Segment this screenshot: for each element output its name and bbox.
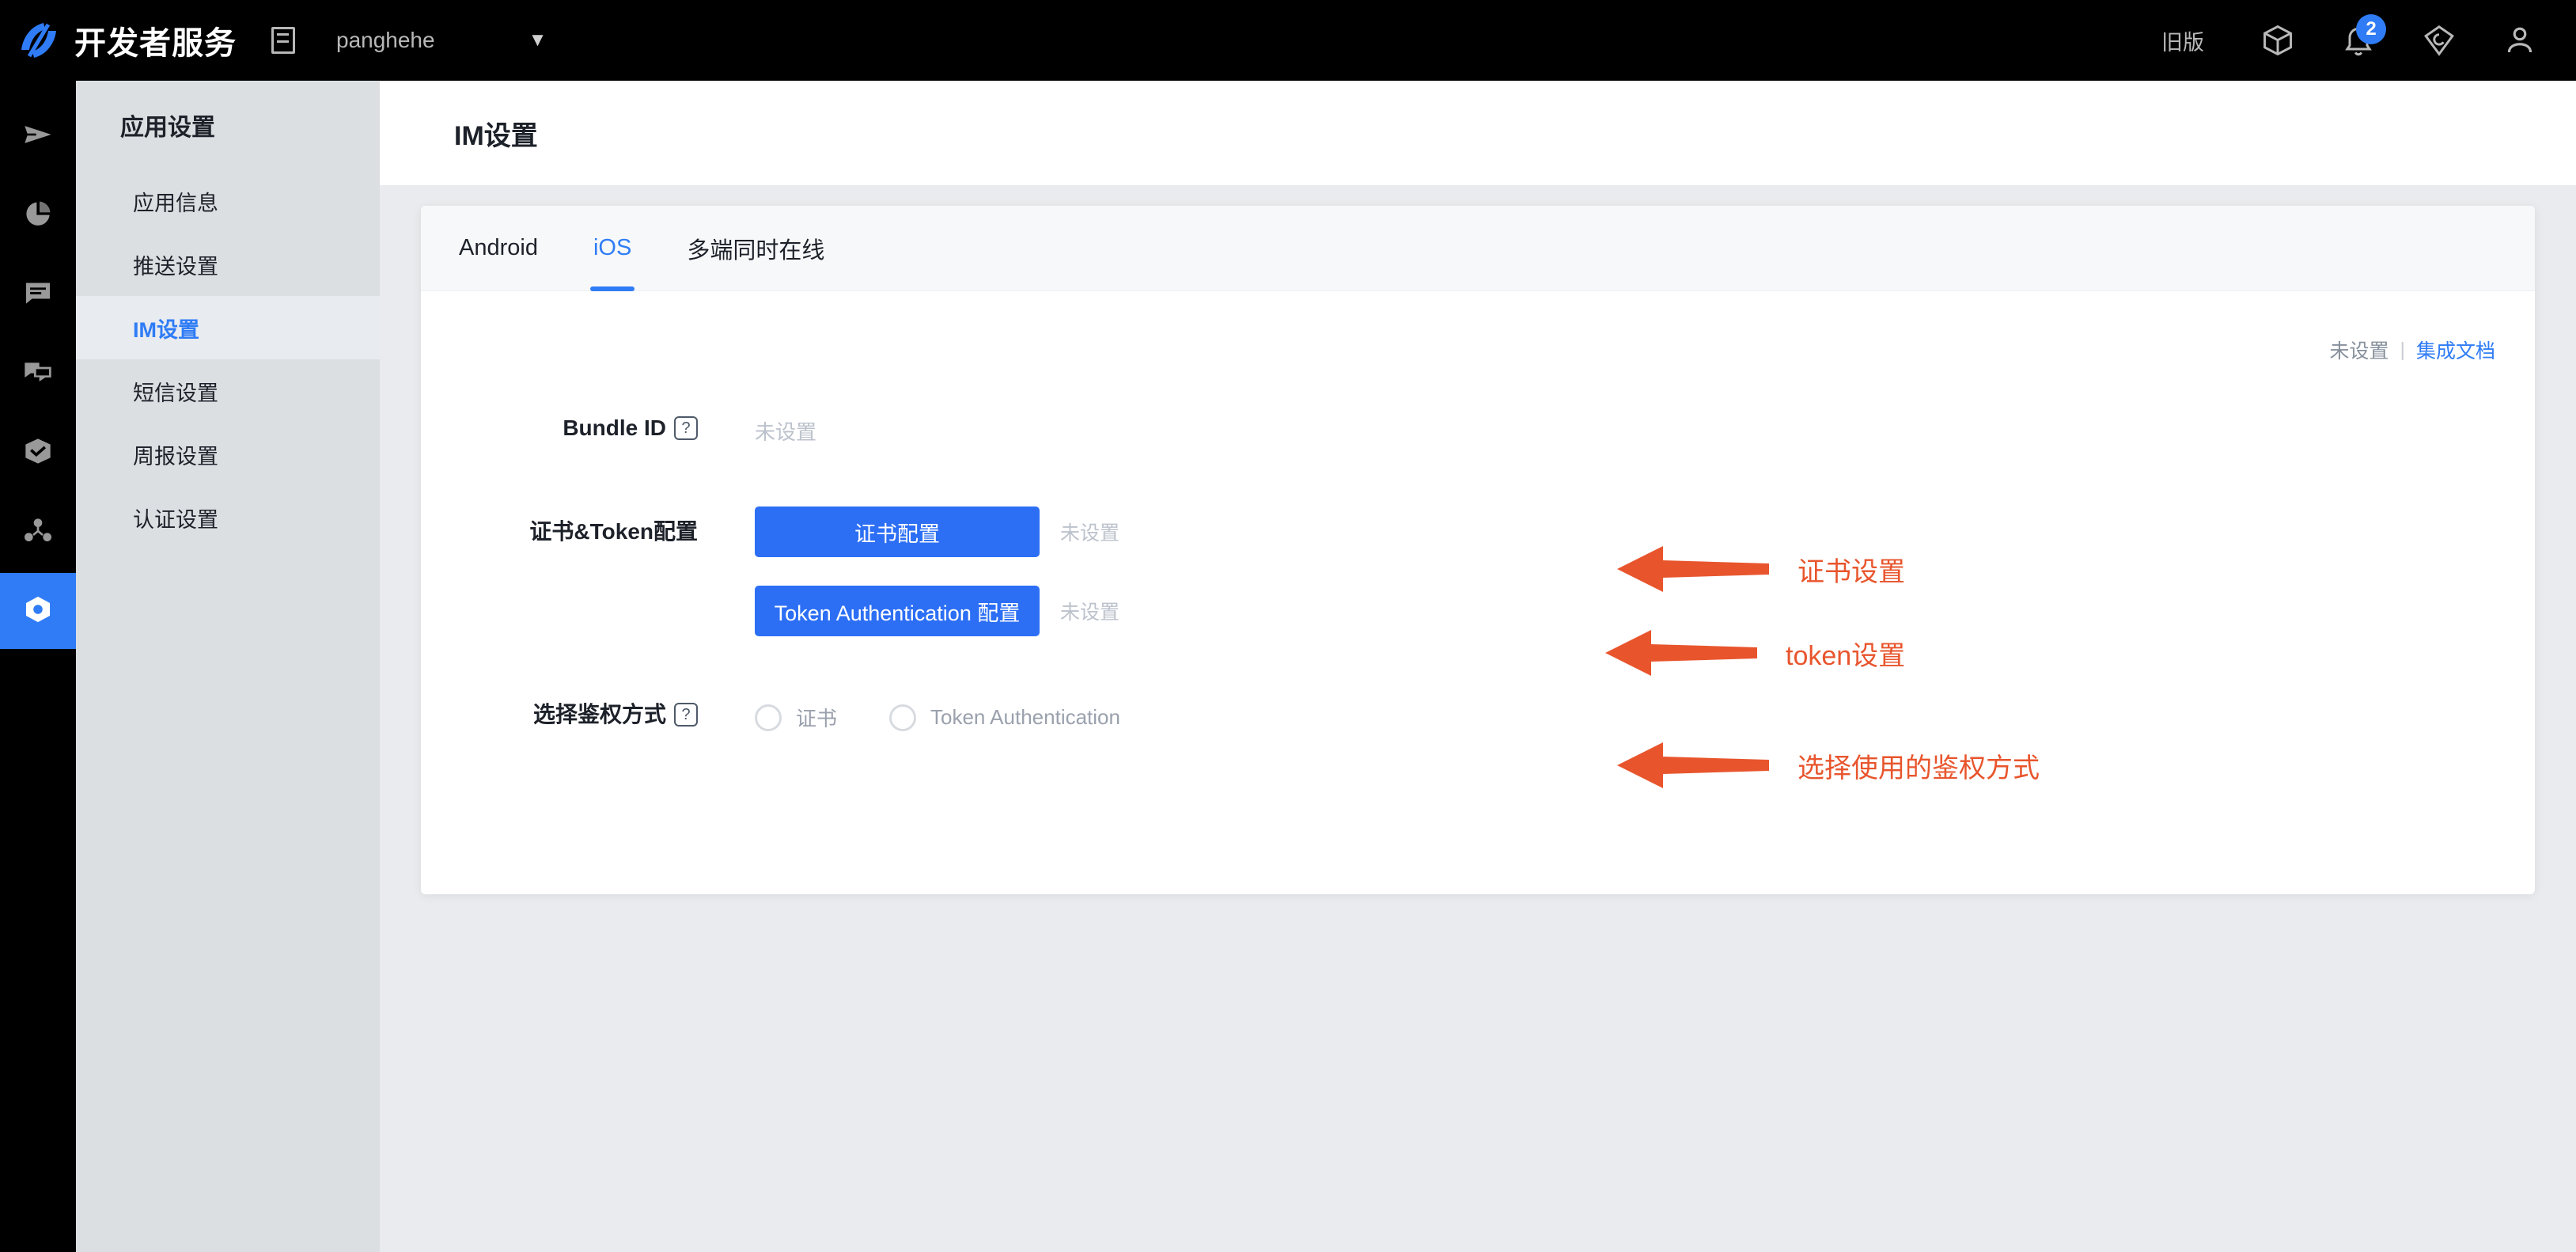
annotation-text: token设置 — [1786, 640, 1906, 671]
cert-config-status: 未设置 — [1060, 522, 1120, 544]
sidebar-item-label: IM设置 — [133, 317, 199, 342]
integration-doc-link[interactable]: 集成文档 — [2416, 336, 2495, 364]
radio-option-token-authentication[interactable]: Token Authentication — [889, 704, 1120, 731]
left-arrow-icon — [1617, 546, 1769, 592]
tab-ios[interactable]: iOS — [589, 206, 635, 291]
annotation-auth-method: 选择使用的鉴权方式 — [1614, 739, 2040, 791]
auth-method-options: 证书 Token Authentication — [755, 703, 1172, 732]
annotation-token-settings: token设置 — [1602, 627, 1905, 679]
gem-icon[interactable] — [2415, 16, 2464, 65]
platform-tabs: Android iOS 多端同时在线 — [421, 206, 2535, 291]
top-bar: 开发者服务 panghehe ▼ 旧版 2 — [0, 0, 2576, 81]
sidebar-header: 应用设置 — [120, 115, 215, 141]
annotation-text: 证书设置 — [1798, 556, 1905, 587]
auth-method-label: 选择鉴权方式 ? — [421, 703, 698, 727]
radio-label: 证书 — [796, 707, 838, 730]
icon-rail — [0, 81, 76, 1252]
paper-plane-icon — [22, 119, 54, 154]
sidebar-item-label: 周报设置 — [133, 444, 218, 469]
hexagon-settings-icon — [21, 593, 55, 630]
chevron-down-icon[interactable]: ▼ — [528, 31, 547, 50]
chat-bubble-icon — [22, 277, 54, 313]
main-content: IM设置 Android iOS 多端同时在线 未设置 | 集成文档 Bundl… — [380, 81, 2576, 1252]
im-settings-card: Android iOS 多端同时在线 未设置 | 集成文档 Bundle ID … — [421, 206, 2535, 894]
token-config-status: 未设置 — [1060, 601, 1120, 624]
sidebar-item-sms-settings[interactable]: 短信设置 — [76, 359, 380, 423]
cert-config-button[interactable]: 证书配置 — [755, 506, 1040, 557]
pie-chart-icon — [22, 198, 54, 233]
radio-label: Token Authentication — [930, 705, 1120, 729]
sidebar-item-weekly-report-settings[interactable]: 周报设置 — [76, 423, 380, 486]
cert-token-label-text: 证书&Token配置 — [529, 519, 698, 544]
rail-item-app-settings[interactable] — [0, 573, 76, 649]
status-badge: 未设置 — [2329, 340, 2389, 362]
bundle-id-label-text: Bundle ID — [563, 415, 666, 440]
rail-item-pie-chart[interactable] — [0, 177, 76, 253]
page-header: IM设置 — [380, 81, 2576, 185]
top-bar-actions: 旧版 2 — [2161, 0, 2576, 81]
sidebar-item-push-settings[interactable]: 推送设置 — [76, 233, 380, 296]
sidebar-item-label: 短信设置 — [133, 381, 218, 405]
brand-logo-icon[interactable] — [14, 16, 63, 65]
sidebar-item-label: 认证设置 — [133, 507, 218, 532]
legacy-version-link[interactable]: 旧版 — [2161, 25, 2204, 56]
tab-android[interactable]: Android — [456, 206, 541, 291]
sidebar-item-label: 应用信息 — [133, 191, 218, 215]
bundle-id-row: Bundle ID ? 未设置 — [421, 416, 2535, 446]
workspace-name[interactable]: panghehe — [336, 28, 435, 53]
page-title: IM设置 — [454, 120, 538, 151]
bundle-id-value-wrap: 未设置 — [755, 416, 816, 446]
brand-title: 开发者服务 — [74, 26, 237, 61]
sidebar-item-app-info[interactable]: 应用信息 — [76, 169, 380, 233]
annotation-text: 选择使用的鉴权方式 — [1798, 753, 2040, 783]
left-arrow-icon — [1605, 630, 1757, 676]
tab-label: Android — [459, 235, 538, 260]
sidebar-item-label: 推送设置 — [133, 254, 218, 279]
bundle-id-label: Bundle ID ? — [421, 416, 698, 440]
status-separator: | — [2400, 338, 2405, 361]
cube-icon[interactable] — [2253, 16, 2302, 65]
left-arrow-icon — [1617, 742, 1769, 788]
rail-item-box-check[interactable] — [0, 415, 76, 491]
rail-item-paper-plane[interactable] — [0, 98, 76, 174]
help-question-icon[interactable]: ? — [674, 416, 698, 440]
help-question-icon[interactable]: ? — [674, 703, 698, 727]
token-config-group: Token Authentication 配置 未设置 — [755, 586, 1119, 636]
card-body: 未设置 | 集成文档 Bundle ID ? 未设置 证书&Token配置 证书… — [421, 291, 2535, 894]
cert-token-controls: 证书配置 未设置 Token Authentication 配置 未设置 — [755, 506, 1119, 636]
auth-method-label-text: 选择鉴权方式 — [532, 702, 666, 727]
box-check-icon — [22, 435, 54, 471]
share-nodes-icon — [22, 514, 54, 550]
sidebar-item-im-settings[interactable]: IM设置 — [76, 296, 380, 359]
cert-token-label: 证书&Token配置 — [421, 506, 698, 557]
annotation-cert-settings: 证书设置 — [1614, 543, 1905, 595]
radio-circle-icon — [889, 704, 917, 731]
cert-token-row: 证书&Token配置 证书配置 未设置 Token Authentication… — [421, 506, 2535, 636]
rail-item-share-nodes[interactable] — [0, 494, 76, 570]
panel-toggle-icon[interactable] — [271, 27, 295, 54]
settings-sidebar: 应用设置 应用信息 推送设置 IM设置 短信设置 周报设置 认证设置 — [76, 81, 380, 1252]
token-auth-config-button[interactable]: Token Authentication 配置 — [755, 586, 1040, 636]
rail-item-conversations[interactable] — [0, 336, 76, 412]
radio-option-certificate[interactable]: 证书 — [755, 703, 837, 732]
chat-bubbles-icon — [22, 356, 54, 392]
cert-config-group: 证书配置 未设置 — [755, 506, 1119, 557]
bundle-id-value: 未设置 — [755, 420, 817, 444]
auth-method-row: 选择鉴权方式 ? 证书 Token Authentication — [421, 703, 2535, 732]
rail-item-message[interactable] — [0, 256, 76, 332]
notification-badge: 2 — [2356, 14, 2386, 44]
status-row: 未设置 | 集成文档 — [2329, 336, 2495, 364]
tab-label: 多端同时在线 — [687, 237, 825, 264]
tab-multi-device-online[interactable]: 多端同时在线 — [684, 206, 828, 291]
user-avatar-icon[interactable] — [2495, 16, 2544, 65]
bell-icon[interactable]: 2 — [2334, 14, 2386, 65]
sidebar-item-auth-settings[interactable]: 认证设置 — [76, 486, 380, 549]
tab-label: iOS — [593, 235, 632, 260]
radio-circle-icon — [755, 704, 782, 731]
